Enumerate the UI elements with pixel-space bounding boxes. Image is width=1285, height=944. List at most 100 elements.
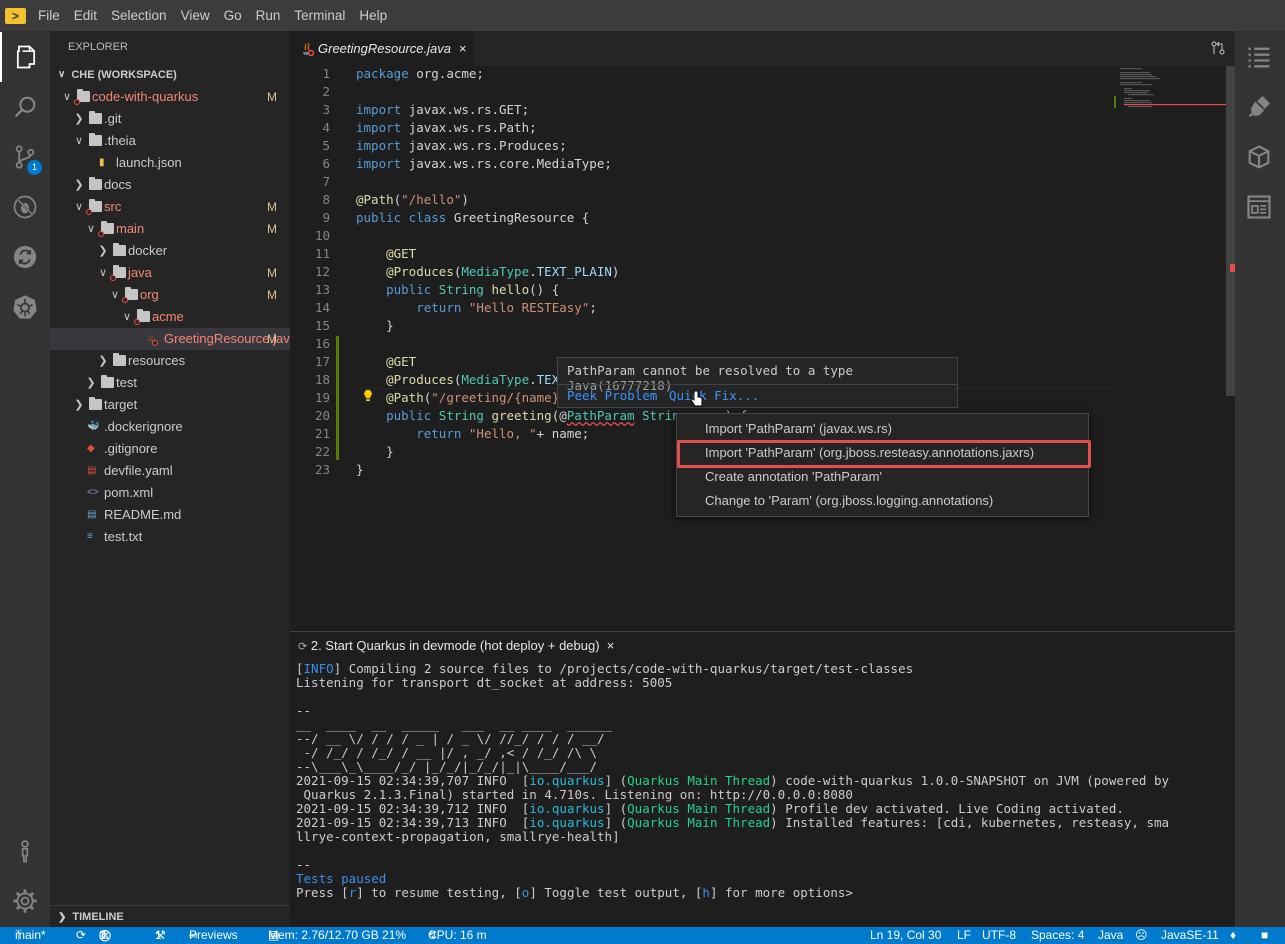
timeline-section[interactable]: ❯ TIMELINE (50, 905, 290, 927)
line-number: 5 (322, 138, 330, 153)
jdk-version[interactable]: JavaSE-11 (1161, 927, 1219, 944)
tree-item-launch-json[interactable]: ▮ launch.json (50, 152, 290, 174)
code-token: package (356, 66, 409, 81)
line-number: 1 (322, 66, 330, 81)
quick-fix-link[interactable]: Quick Fix... (669, 388, 759, 403)
terminal-line: Listening for transport dt_socket at add… (296, 676, 1231, 690)
tree-item-label: launch.json (116, 155, 182, 170)
highlight-box (677, 440, 1091, 468)
menu-help[interactable]: Help (352, 0, 394, 31)
quick-fix-item[interactable]: Create annotation 'PathParam' (705, 466, 882, 488)
chevron-down-icon: ∨ (74, 201, 84, 213)
folder-icon (101, 375, 114, 388)
tree-item-theia[interactable]: ∨ .theia (50, 130, 290, 152)
tree-item-devfile-yaml[interactable]: ▤ devfile.yaml (50, 460, 290, 482)
tree-item-test[interactable]: ❯ test (50, 372, 290, 394)
tree-item-code-with-quarkus[interactable]: ∨ code-with-quarkus M (50, 86, 290, 108)
tree-item-label: src (104, 199, 122, 214)
quick-fix-item[interactable]: Import 'PathParam' (javax.ws.rs) (705, 418, 892, 440)
menu-file[interactable]: File (31, 0, 67, 31)
tree-item-resources[interactable]: ❯ resources (50, 350, 290, 372)
chevron-right-icon: ❯ (86, 377, 96, 389)
terminal-tab[interactable]: ⟳ 2. Start Quarkus in devmode (hot deplo… (298, 632, 614, 660)
tree-item-test-txt[interactable]: ≡ test.txt (50, 526, 290, 548)
minimap[interactable] (1114, 66, 1226, 116)
menu-edit[interactable]: Edit (67, 0, 104, 31)
tree-item-acme[interactable]: ∨ acme (50, 306, 290, 328)
error-dot-icon (98, 231, 104, 237)
tab-greetingresource[interactable]: GreetingResource.java × (290, 31, 474, 66)
user-icon[interactable] (0, 826, 50, 876)
tree-item-dockerignore[interactable]: 🐳 .dockerignore (50, 416, 290, 438)
cursor-position[interactable]: Ln 19, Col 30 (870, 927, 941, 944)
terminal-output[interactable]: [INFO] Compiling 2 source files to /proj… (296, 662, 1231, 912)
tree-item-main[interactable]: ∨ main M (50, 218, 290, 240)
refresh-extension-icon[interactable] (0, 232, 50, 282)
code-line: @Path("/hello") (356, 191, 469, 209)
language-mode[interactable]: Java (1098, 927, 1123, 944)
tree-item-org[interactable]: ∨ org M (50, 284, 290, 306)
box-icon[interactable] (1245, 143, 1273, 171)
preview-window-icon[interactable] (1245, 193, 1273, 221)
kubernetes-icon[interactable] (0, 282, 50, 332)
tree-item-src[interactable]: ∨ src M (50, 196, 290, 218)
code-token: () { (529, 282, 560, 297)
yaml-file-icon: ▤ (87, 465, 97, 476)
tree-item-readme-md[interactable]: ▤ README.md (50, 504, 290, 526)
tree-item-greetingresource-java[interactable]: ♨ GreetingResource.java M (50, 328, 297, 350)
tree-item-docker[interactable]: ❯ docker (50, 240, 290, 262)
scroll-thumb[interactable] (1226, 66, 1235, 396)
menu-selection[interactable]: Selection (104, 0, 174, 31)
tree-item-docs[interactable]: ❯ docs (50, 174, 290, 196)
tree-item-java[interactable]: ∨ java M (50, 262, 290, 284)
line-number: 2 (322, 84, 330, 99)
editor-tabs: GreetingResource.java × (290, 31, 1235, 66)
source-control-icon[interactable]: 1 (0, 132, 50, 182)
plugin-icon[interactable] (1245, 93, 1273, 121)
code-editor[interactable]: 1 2 3 4 5 6 7 8 9 10 11 12 13 14 15 16 17 18 19 20 21 22 23 pa… (290, 66, 1235, 626)
outline-icon[interactable] (1245, 43, 1273, 71)
settings-gear-icon[interactable] (0, 876, 50, 926)
tab-close-icon[interactable]: × (459, 41, 467, 56)
search-icon[interactable] (0, 82, 50, 132)
tree-item-target[interactable]: ❯ target (50, 394, 290, 416)
layout-icon[interactable]: ■ (1261, 927, 1268, 944)
sync-icon[interactable]: ⟳ (76, 927, 86, 944)
mouse-cursor-icon (690, 390, 703, 407)
code-token: import (356, 102, 402, 117)
encoding[interactable]: UTF-8 (982, 927, 1016, 944)
indentation[interactable]: Spaces: 4 (1031, 927, 1084, 944)
xml-file-icon: <> (87, 487, 99, 498)
menu-go[interactable]: Go (217, 0, 249, 31)
terminal-line: 2021-09-15 02:34:39,707 INFO [io.quarkus… (296, 773, 1170, 788)
explorer-icon[interactable] (0, 32, 50, 82)
debug-icon[interactable] (0, 182, 50, 232)
folder-icon (113, 243, 126, 256)
json-file-icon: ▮ (99, 157, 105, 168)
open-changes-icon[interactable] (1210, 40, 1226, 56)
code-token: return (416, 300, 462, 315)
che-logo[interactable]: > (0, 0, 31, 31)
menu-run[interactable]: Run (249, 0, 288, 31)
workspace-header[interactable]: ∨ CHE (WORKSPACE) (50, 64, 290, 86)
tree-item-gitignore[interactable]: ◆ .gitignore (50, 438, 290, 460)
lightbulb-icon[interactable] (362, 389, 374, 402)
notification-bell-icon[interactable]: ♦ (1230, 927, 1236, 944)
log-timestamp: 2021-09-15 02:34:39,712 (296, 801, 470, 816)
chevron-down-icon: ∨ (62, 91, 72, 103)
peek-problem-link[interactable]: Peek Problem (567, 388, 657, 403)
tree-item-pom-xml[interactable]: <> pom.xml (50, 482, 290, 504)
quick-fix-item[interactable]: Change to 'Param' (org.jboss.logging.ann… (705, 490, 993, 512)
tree-item-git[interactable]: ❯ .git (50, 108, 290, 130)
editor-scrollbar[interactable] (1226, 66, 1235, 626)
line-ending[interactable]: LF (957, 927, 971, 944)
line-number: 19 (314, 390, 330, 405)
terminal-close-icon[interactable]: × (607, 638, 615, 653)
code-token: greeting (491, 408, 552, 423)
feedback-icon[interactable]: ☹ (1135, 927, 1148, 944)
chevron-down-icon: ∨ (98, 267, 108, 279)
menu-view[interactable]: View (174, 0, 217, 31)
menu-terminal[interactable]: Terminal (287, 0, 352, 31)
